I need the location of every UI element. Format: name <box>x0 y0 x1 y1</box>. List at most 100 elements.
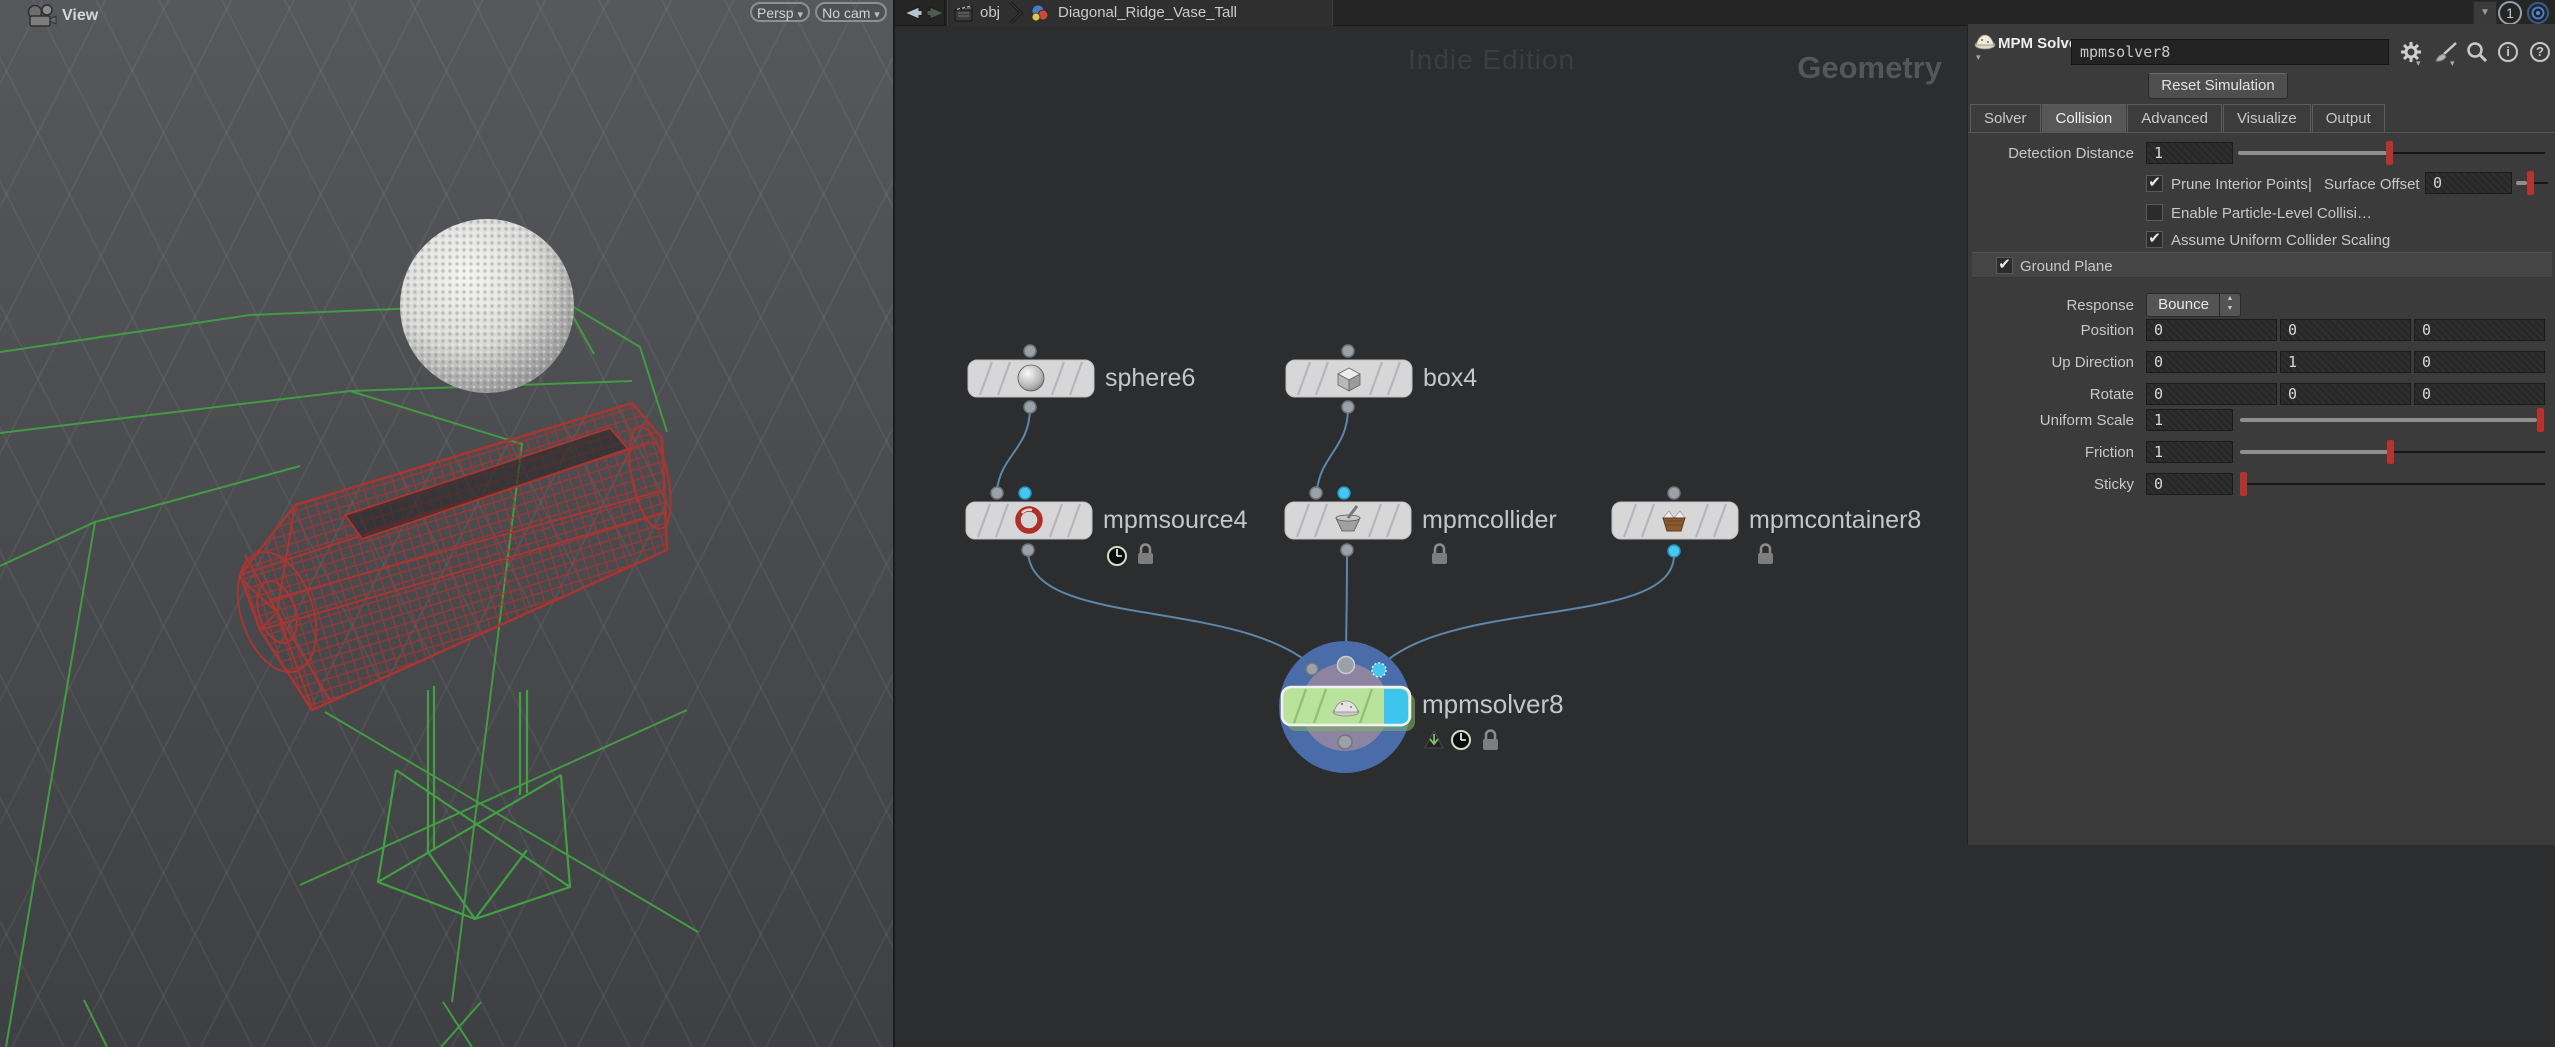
ground-plane-section[interactable]: ✔ Ground Plane <box>1972 252 2552 278</box>
spinner-up-icon: ▲ <box>2220 294 2240 304</box>
sticky-field[interactable]: 0 <box>2146 473 2233 495</box>
friction-field[interactable]: 1 <box>2146 441 2233 463</box>
up-direction-z-field[interactable]: 0 <box>2414 351 2545 373</box>
breadcrumb-chevron-icon <box>1008 2 1024 24</box>
check-icon: ✔ <box>1998 256 2011 273</box>
view-camera-icon <box>26 4 58 28</box>
label-separator: | <box>2308 176 2312 193</box>
up-direction-y-field[interactable]: 1 <box>2280 351 2411 373</box>
tab-visualize[interactable]: Visualize <box>2223 104 2311 133</box>
prune-interior-points-checkbox[interactable]: ✔ <box>2146 175 2163 192</box>
sticky-label: Sticky <box>1968 476 2134 493</box>
assume-uniform-scaling-label: Assume Uniform Collider Scaling <box>2171 232 2390 249</box>
help-icon[interactable]: ? <box>2530 42 2550 62</box>
enable-particle-collision-checkbox[interactable] <box>2146 204 2163 221</box>
viewport-scene <box>0 0 893 1047</box>
time-dependent-icon <box>1108 547 1126 565</box>
check-icon: ✔ <box>2148 230 2161 247</box>
camera-select-label: No cam <box>822 5 870 21</box>
assume-uniform-scaling-checkbox[interactable]: ✔ <box>2146 231 2163 248</box>
rotate-x-field[interactable]: 0 <box>2146 383 2277 405</box>
rotate-z-field[interactable]: 0 <box>2414 383 2545 405</box>
spinner-down-icon: ▼ <box>2220 304 2240 314</box>
node-label-mpmcontainer8[interactable]: mpmcontainer8 <box>1749 506 1921 535</box>
lock-icon <box>1758 545 1773 565</box>
menu-arrow-icon: ▼ <box>2480 7 2490 18</box>
houdini-window: View Persp ▾ No cam ▾ Indie Edition Geom… <box>0 0 2555 1047</box>
camera-select-dropdown[interactable]: No cam ▾ <box>815 2 887 22</box>
magnifier-icon[interactable] <box>2466 41 2488 63</box>
breadcrumb-path[interactable]: Diagonal_Ridge_Vase_Tall <box>1058 4 1237 21</box>
node-label-sphere6[interactable]: sphere6 <box>1105 364 1195 393</box>
particle-sphere[interactable] <box>400 219 574 393</box>
time-dependent-icon <box>1452 731 1470 749</box>
response-label: Response <box>1968 297 2134 314</box>
network-path-bar: obj Diagonal_Ridge_Vase_Tall ▼ 1 <box>895 0 2555 26</box>
tab-solver[interactable]: Solver <box>1970 104 2041 133</box>
tabs-divider <box>1968 132 2555 133</box>
uniform-scale-field[interactable]: 1 <box>2146 409 2233 431</box>
position-x-field[interactable]: 0 <box>2146 319 2277 341</box>
response-dropdown[interactable]: Bounce ▲ ▼ <box>2146 293 2241 317</box>
node-label-box4[interactable]: box4 <box>1423 364 1477 393</box>
prune-interior-points-label: Prune Interior Points <box>2171 176 2308 193</box>
ground-plane-label: Ground Plane <box>2020 258 2113 275</box>
camera-mode-label: Persp <box>757 5 794 21</box>
gear-menu-caret[interactable]: ▾ <box>2416 58 2421 69</box>
rotate-y-field[interactable]: 0 <box>2280 383 2411 405</box>
viewport-3d[interactable]: View Persp ▾ No cam ▾ <box>0 0 893 1047</box>
breadcrumb-root[interactable]: obj <box>980 4 1000 21</box>
position-y-field[interactable]: 0 <box>2280 319 2411 341</box>
detection-distance-field[interactable]: 1 <box>2146 142 2233 164</box>
caret-down-icon: ▾ <box>797 9 803 21</box>
rotate-label: Rotate <box>1968 386 2134 403</box>
parameter-panel: ▾ MPM Solver ▾ ▾ i ? Reset Simulation So… <box>1967 24 2555 845</box>
up-direction-label: Up Direction <box>1968 354 2134 371</box>
obj-context-icon[interactable] <box>954 3 974 23</box>
node-label-mpmsolver8[interactable]: mpmsolver8 <box>1422 689 1564 720</box>
up-direction-x-field[interactable]: 0 <box>2146 351 2277 373</box>
gravity-arrow-wireframe <box>378 686 570 919</box>
node-label-mpmcollider[interactable]: mpmcollider <box>1422 506 1557 535</box>
friction-label: Friction <box>1968 444 2134 461</box>
camera-mode-dropdown[interactable]: Persp ▾ <box>750 2 810 22</box>
lock-icon <box>1483 731 1498 751</box>
tab-output[interactable]: Output <box>2312 104 2385 133</box>
reset-simulation-button[interactable]: Reset Simulation <box>2148 73 2288 99</box>
network-path-tab[interactable]: obj Diagonal_Ridge_Vase_Tall <box>947 0 1333 26</box>
brush-menu-caret[interactable]: ▾ <box>2450 58 2455 69</box>
toolbar-separator <box>944 0 945 26</box>
ground-plane-checkbox[interactable]: ✔ <box>1996 257 2013 274</box>
node-name-input[interactable] <box>2071 39 2389 65</box>
detection-distance-label: Detection Distance <box>1968 145 2134 162</box>
red-wireframe-vase[interactable] <box>224 403 679 710</box>
position-label: Position <box>1968 322 2134 339</box>
mpm-solver-node-icon[interactable] <box>1973 30 1997 52</box>
tab-collision[interactable]: Collision <box>2042 104 2127 133</box>
node-icon-caret[interactable]: ▾ <box>1976 52 1981 63</box>
view-menu[interactable]: View <box>62 7 98 25</box>
node-sphere6[interactable] <box>968 345 1094 413</box>
sphere-icon <box>1018 365 1044 391</box>
history-arrows <box>901 2 945 24</box>
camera-view-link-icon[interactable] <box>2526 1 2550 25</box>
surface-offset-field[interactable]: 0 <box>2425 172 2512 194</box>
render-flag-icon[interactable] <box>1425 731 1443 748</box>
back-arrow-icon[interactable] <box>905 7 922 19</box>
network-level-badge[interactable]: 1 <box>2498 1 2522 25</box>
lock-icon <box>1138 545 1153 565</box>
node-label-mpmsource4[interactable]: mpmsource4 <box>1103 506 1248 535</box>
info-icon[interactable]: i <box>2498 42 2518 62</box>
parameter-tabs: Solver Collision Advanced Visualize Outp… <box>1970 104 2386 133</box>
node-box4[interactable] <box>1286 345 1412 413</box>
caret-down-icon: ▾ <box>874 9 880 21</box>
position-z-field[interactable]: 0 <box>2414 319 2545 341</box>
lock-icon <box>1432 545 1447 565</box>
geometry-node-icon <box>1030 3 1050 23</box>
response-value: Bounce <box>2147 296 2220 313</box>
forward-arrow-icon[interactable] <box>927 7 944 19</box>
response-spinner[interactable]: ▲ ▼ <box>2219 294 2240 316</box>
tab-advanced[interactable]: Advanced <box>2127 104 2222 133</box>
enable-particle-collision-label: Enable Particle-Level Collisi… <box>2171 205 2372 222</box>
network-menu-button[interactable]: ▼ <box>2473 1 2497 25</box>
